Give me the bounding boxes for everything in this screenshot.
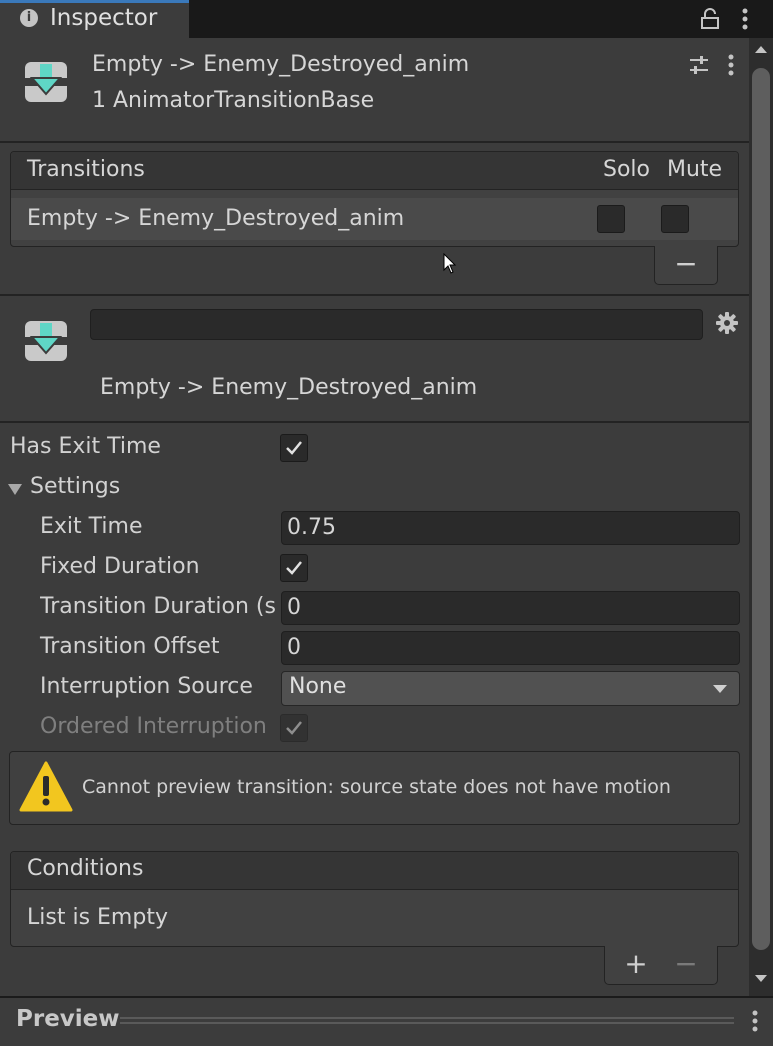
section-divider <box>0 294 749 296</box>
kebab-menu-icon[interactable] <box>735 7 755 31</box>
interruption-source-label: Interruption Source <box>40 674 253 699</box>
preview-drag-handle[interactable] <box>120 1022 734 1024</box>
ordered-interruption-checkbox <box>280 714 308 742</box>
has-exit-time-label: Has Exit Time <box>10 434 161 459</box>
checkmark-icon <box>286 721 302 735</box>
section-divider <box>0 141 749 143</box>
checkmark-icon <box>286 561 302 575</box>
transition-offset-label: Transition Offset <box>40 634 220 659</box>
lock-icon[interactable] <box>700 8 720 30</box>
remove-condition-button[interactable]: − <box>672 950 700 978</box>
fixed-duration-label: Fixed Duration <box>40 554 200 579</box>
transition-display-name: Empty -> Enemy_Destroyed_anim <box>100 375 478 400</box>
transition-duration-label: Transition Duration (s <box>40 594 276 619</box>
transition-offset-field[interactable]: 0 <box>281 631 740 665</box>
solo-column-label: Solo <box>603 157 650 182</box>
transition-name-input[interactable] <box>90 309 703 340</box>
presets-sliders-icon[interactable] <box>688 54 710 76</box>
interruption-source-dropdown[interactable] <box>281 671 740 706</box>
has-exit-time-checkbox[interactable] <box>280 434 308 462</box>
mute-checkbox[interactable] <box>661 205 689 233</box>
solo-checkbox[interactable] <box>597 205 625 233</box>
mute-column-label: Mute <box>667 157 723 182</box>
fixed-duration-checkbox[interactable] <box>280 554 308 582</box>
chevron-down-icon <box>713 685 727 693</box>
scroll-up-arrow-icon[interactable] <box>752 42 770 56</box>
transition-duration-field[interactable]: 0 <box>281 591 740 625</box>
add-condition-button[interactable]: + <box>622 950 650 978</box>
warning-icon <box>19 761 73 812</box>
gear-icon[interactable] <box>714 310 740 336</box>
section-divider <box>0 421 749 423</box>
tab-title: Inspector <box>50 5 158 31</box>
exit-time-label: Exit Time <box>40 514 143 539</box>
transition-row-label: Empty -> Enemy_Destroyed_anim <box>27 206 405 231</box>
header-kebab-menu-icon[interactable] <box>722 52 740 78</box>
mouse-cursor-icon <box>443 253 457 274</box>
preview-label: Preview <box>16 1006 120 1032</box>
preview-drag-handle[interactable] <box>120 1017 734 1019</box>
exit-time-field[interactable]: 0.75 <box>281 511 740 545</box>
interruption-source-value: None <box>289 674 347 699</box>
conditions-title: Conditions <box>27 856 144 881</box>
header-subtitle: 1 AnimatorTransitionBase <box>92 88 375 113</box>
header-title: Empty -> Enemy_Destroyed_anim <box>92 52 470 77</box>
ordered-interruption-label: Ordered Interruption <box>40 714 267 739</box>
animator-transition-icon <box>25 62 67 102</box>
settings-foldout-label[interactable]: Settings <box>30 474 120 499</box>
warning-text: Cannot preview transition: source state … <box>82 776 671 798</box>
foldout-arrow-icon[interactable] <box>7 482 23 496</box>
info-icon: i <box>20 9 38 27</box>
conditions-empty-text: List is Empty <box>27 905 168 930</box>
animator-transition-icon <box>25 321 67 361</box>
preview-kebab-menu-icon[interactable] <box>746 1008 764 1034</box>
scrollbar-thumb[interactable] <box>752 68 770 950</box>
remove-transition-button[interactable]: − <box>672 250 700 278</box>
scroll-down-arrow-icon[interactable] <box>752 972 770 986</box>
transitions-title: Transitions <box>27 157 145 182</box>
checkmark-icon <box>286 441 302 455</box>
